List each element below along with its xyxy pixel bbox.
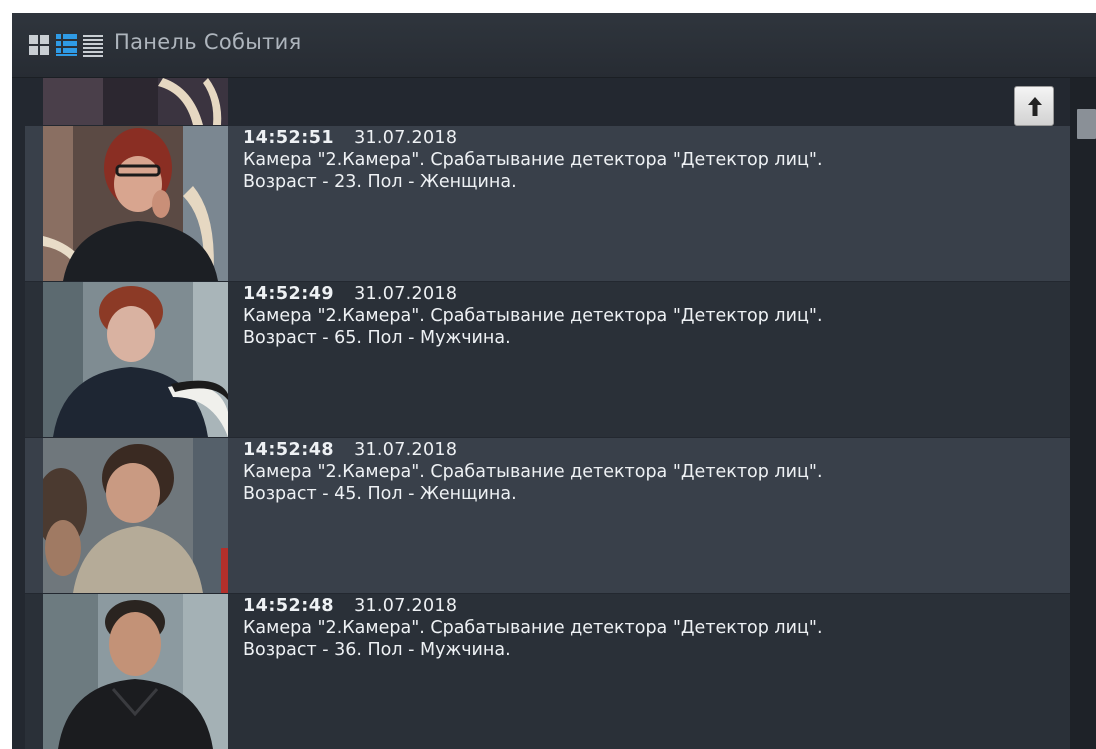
event-feed[interactable]: 14:52:51 31.07.2018 Камера "2.Камера". Ср… xyxy=(12,78,1070,749)
event-attributes: Возраст - 36. Пол - Мужчина. xyxy=(243,640,511,660)
scrollbar-thumb[interactable] xyxy=(1077,109,1096,139)
event-description: 14:52:48 31.07.2018 Камера "2.Камера". Ср… xyxy=(243,439,823,505)
list-view-icon[interactable] xyxy=(54,32,80,58)
event-date: 31.07.2018 xyxy=(354,284,458,304)
event-attributes: Возраст - 45. Пол - Женщина. xyxy=(243,484,517,504)
face-thumbnail[interactable] xyxy=(43,126,228,281)
event-message: Камера "2.Камера". Срабатывание детектор… xyxy=(243,150,823,170)
event-attributes: Возраст - 23. Пол - Женщина. xyxy=(243,172,517,192)
event-message: Камера "2.Камера". Срабатывание детектор… xyxy=(243,306,823,326)
compact-list-view-icon[interactable] xyxy=(81,32,107,58)
event-item[interactable]: 14:52:49 31.07.2018 Камера "2.Камера". Ср… xyxy=(25,282,1070,437)
event-item[interactable]: 14:52:48 31.07.2018 Камера "2.Камера". Ср… xyxy=(25,594,1070,749)
arrow-up-icon xyxy=(1028,97,1042,116)
face-thumbnail[interactable] xyxy=(43,594,228,749)
event-item[interactable]: 14:52:51 31.07.2018 Камера "2.Камера". Ср… xyxy=(25,126,1070,281)
events-panel: Панель События 14:52:51 31.07.2018 Камер… xyxy=(12,13,1096,749)
event-item[interactable]: 14:52:48 31.07.2018 Камера "2.Камера". Ср… xyxy=(25,438,1070,593)
event-date: 31.07.2018 xyxy=(354,596,458,616)
face-thumbnail[interactable] xyxy=(43,438,228,593)
event-description: 14:52:48 31.07.2018 Камера "2.Камера". Ср… xyxy=(243,595,823,661)
event-time: 14:52:48 xyxy=(243,596,335,616)
panel-title: Панель События xyxy=(114,30,302,54)
event-time: 14:52:51 xyxy=(243,128,335,148)
panel-header: Панель События xyxy=(12,13,1096,78)
event-description: 14:52:49 31.07.2018 Камера "2.Камера". Ср… xyxy=(243,283,823,349)
scroll-to-top-button[interactable] xyxy=(1014,86,1054,126)
vertical-scrollbar[interactable] xyxy=(1070,78,1096,749)
event-message: Камера "2.Камера". Срабатывание детектор… xyxy=(243,618,823,638)
event-time: 14:52:49 xyxy=(243,284,335,304)
event-message: Камера "2.Камера". Срабатывание детектор… xyxy=(243,462,823,482)
event-time: 14:52:48 xyxy=(243,440,335,460)
face-thumbnail[interactable] xyxy=(43,282,228,437)
event-description: 14:52:51 31.07.2018 Камера "2.Камера". Ср… xyxy=(243,127,823,193)
event-date: 31.07.2018 xyxy=(354,128,458,148)
face-thumbnail-partial[interactable] xyxy=(43,78,228,125)
event-date: 31.07.2018 xyxy=(354,440,458,460)
grid-view-icon[interactable] xyxy=(27,32,53,58)
event-attributes: Возраст - 65. Пол - Мужчина. xyxy=(243,328,511,348)
